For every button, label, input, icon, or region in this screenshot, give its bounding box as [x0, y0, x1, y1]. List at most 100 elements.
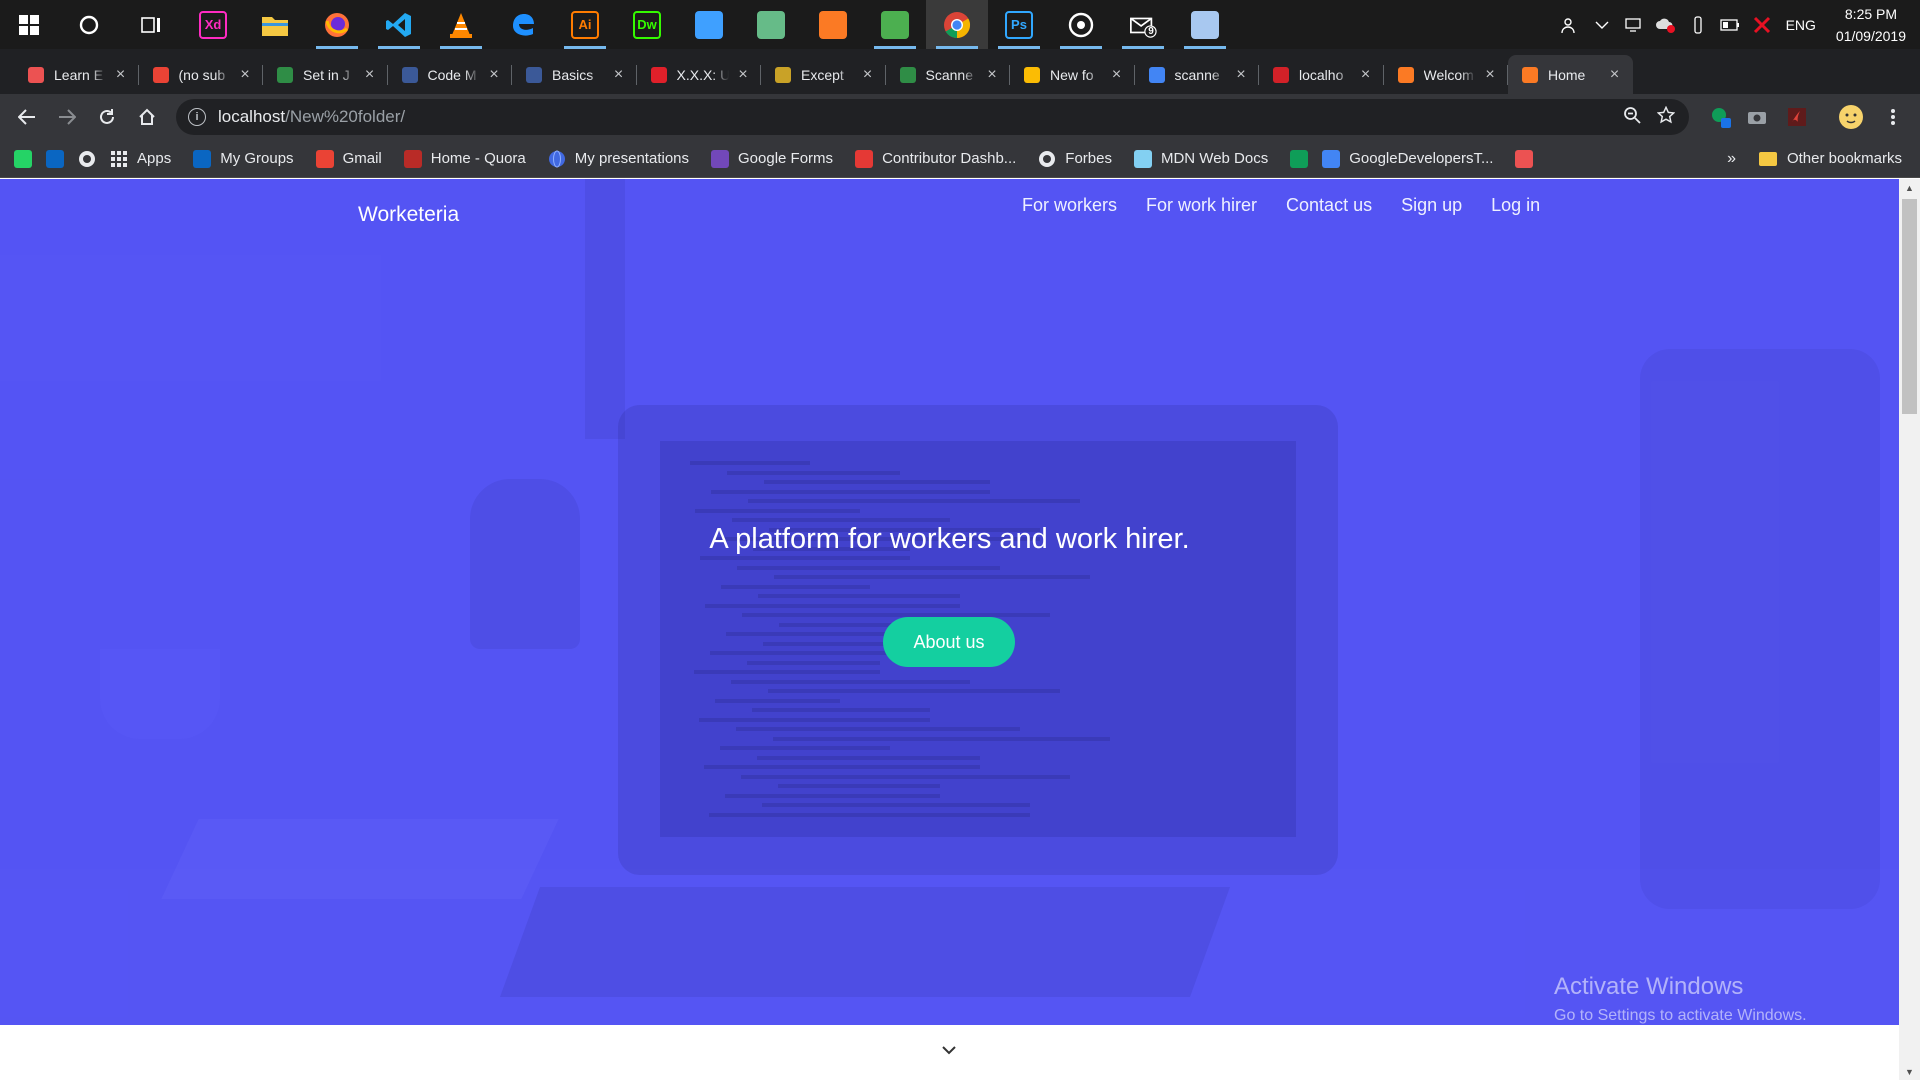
- nav-link-for-work-hirer[interactable]: For work hirer: [1146, 195, 1257, 216]
- bookmark-item[interactable]: Apps: [110, 150, 171, 168]
- monitor-icon[interactable]: [1618, 0, 1650, 49]
- extension-green-icon[interactable]: [1706, 102, 1736, 132]
- taskbar-app-5[interactable]: [368, 0, 430, 49]
- chrome-menu-button[interactable]: [1878, 102, 1908, 132]
- browser-tab[interactable]: Learn E ×: [14, 55, 139, 94]
- tab-close-icon[interactable]: ×: [984, 66, 1000, 84]
- nav-link-contact-us[interactable]: Contact us: [1286, 195, 1372, 216]
- home-button[interactable]: [132, 102, 162, 132]
- taskbar-app-8[interactable]: Ai: [554, 0, 616, 49]
- scroll-down-arrow-icon[interactable]: ▼: [1899, 1063, 1920, 1080]
- taskbar-app-11[interactable]: [740, 0, 802, 49]
- taskbar-app-15[interactable]: Ps: [988, 0, 1050, 49]
- back-button[interactable]: [12, 102, 42, 132]
- mail-badge: 9: [1148, 26, 1154, 37]
- tab-close-icon[interactable]: ×: [1358, 66, 1374, 84]
- site-info-icon[interactable]: i: [188, 108, 206, 126]
- system-clock[interactable]: 8:25 PM 01/09/2019: [1830, 3, 1920, 47]
- language-indicator[interactable]: ENG: [1778, 17, 1830, 33]
- taskbar-app-1[interactable]: [120, 0, 182, 49]
- more-bookmarks-chevron-icon[interactable]: »: [1727, 150, 1736, 168]
- bookmark-item[interactable]: [1515, 149, 1534, 168]
- people-icon[interactable]: [1554, 0, 1586, 49]
- bookmark-item[interactable]: [14, 149, 32, 168]
- bookmark-item[interactable]: My Groups: [193, 149, 294, 168]
- extension-camera-icon[interactable]: [1742, 102, 1772, 132]
- browser-tab[interactable]: localho ×: [1259, 55, 1384, 94]
- taskbar-app-10[interactable]: [678, 0, 740, 49]
- site-brand-logo[interactable]: Worketeria: [358, 203, 459, 227]
- bookmark-item[interactable]: MDN Web Docs: [1133, 149, 1268, 168]
- forward-button[interactable]: [52, 102, 82, 132]
- taskbar-app-7[interactable]: [492, 0, 554, 49]
- taskbar-app-16[interactable]: [1050, 0, 1112, 49]
- taskbar-app-17[interactable]: 9: [1112, 0, 1174, 49]
- show-hidden-icons-chevron-icon[interactable]: [1586, 0, 1618, 49]
- tab-close-icon[interactable]: ×: [735, 66, 751, 84]
- tab-close-icon[interactable]: ×: [860, 66, 876, 84]
- browser-tab[interactable]: Code M ×: [388, 55, 512, 94]
- reload-button[interactable]: [92, 102, 122, 132]
- bookmark-item[interactable]: Home - Quora: [403, 149, 526, 168]
- tab-close-icon[interactable]: ×: [237, 66, 253, 84]
- bookmark-star-icon[interactable]: [1656, 105, 1676, 129]
- tab-close-icon[interactable]: ×: [486, 66, 502, 84]
- browser-tab[interactable]: Welcom ×: [1384, 55, 1508, 94]
- page-scrollbar[interactable]: ▲ ▼: [1899, 179, 1920, 1080]
- browser-tab[interactable]: Scanne ×: [886, 55, 1010, 94]
- browser-tab[interactable]: New fo ×: [1010, 55, 1135, 94]
- nav-link-for-workers[interactable]: For workers: [1022, 195, 1117, 216]
- browser-tab[interactable]: X.X.X: U ×: [637, 55, 761, 94]
- browser-tab[interactable]: scanne ×: [1135, 55, 1259, 94]
- url-text[interactable]: localhost/New%20folder/: [218, 107, 405, 127]
- usb-icon[interactable]: [1682, 0, 1714, 49]
- cloud-error-icon[interactable]: [1650, 0, 1682, 49]
- scroll-up-arrow-icon[interactable]: ▲: [1899, 179, 1920, 196]
- bookmark-item[interactable]: Gmail: [315, 149, 382, 168]
- taskbar-app-3[interactable]: [244, 0, 306, 49]
- bookmark-item[interactable]: [1290, 149, 1309, 168]
- bookmark-item[interactable]: [46, 149, 64, 168]
- profile-avatar[interactable]: [1836, 102, 1866, 132]
- browser-tab[interactable]: Home ×: [1508, 55, 1633, 94]
- nav-link-log-in[interactable]: Log in: [1491, 195, 1540, 216]
- tab-close-icon[interactable]: ×: [1233, 66, 1249, 84]
- taskbar-app-12[interactable]: [802, 0, 864, 49]
- network-disconnected-icon[interactable]: [1746, 0, 1778, 49]
- windows-start-button[interactable]: [0, 0, 58, 49]
- about-us-button[interactable]: About us: [883, 617, 1015, 667]
- bookmark-item[interactable]: GoogleDevelopersT...: [1322, 149, 1493, 168]
- zoom-icon[interactable]: [1623, 106, 1641, 129]
- browser-tab[interactable]: (no sub ×: [139, 55, 263, 94]
- taskbar-app-6[interactable]: [430, 0, 492, 49]
- battery-icon[interactable]: [1714, 0, 1746, 49]
- nav-link-sign-up[interactable]: Sign up: [1401, 195, 1462, 216]
- tab-close-icon[interactable]: ×: [1109, 66, 1125, 84]
- scrollbar-thumb[interactable]: [1902, 199, 1917, 414]
- browser-tab[interactable]: Basics ×: [512, 55, 637, 94]
- taskbar-app-14[interactable]: [926, 0, 988, 49]
- tab-close-icon[interactable]: ×: [611, 66, 627, 84]
- address-bar[interactable]: i localhost/New%20folder/: [176, 99, 1689, 135]
- taskbar-app-18[interactable]: [1174, 0, 1236, 49]
- tab-close-icon[interactable]: ×: [113, 66, 129, 84]
- other-bookmarks-folder[interactable]: Other bookmarks: [1758, 150, 1902, 167]
- taskbar-app-13[interactable]: [864, 0, 926, 49]
- taskbar-app-0[interactable]: [58, 0, 120, 49]
- bookmark-item[interactable]: Contributor Dashb...: [855, 149, 1016, 168]
- browser-tab[interactable]: Set in J ×: [263, 55, 388, 94]
- bookmark-item[interactable]: [78, 150, 96, 168]
- tab-close-icon[interactable]: ×: [1482, 66, 1498, 84]
- scroll-down-chevron-icon[interactable]: [940, 1041, 958, 1059]
- bookmark-item[interactable]: Google Forms: [711, 149, 833, 168]
- browser-tab[interactable]: Except ×: [761, 55, 886, 94]
- bookmark-item[interactable]: Forbes: [1038, 150, 1112, 168]
- bookmark-item[interactable]: My presentations: [548, 150, 689, 168]
- taskbar-app-2[interactable]: Xd: [182, 0, 244, 49]
- tab-close-icon[interactable]: ×: [362, 66, 378, 84]
- taskbar-app-9[interactable]: Dw: [616, 0, 678, 49]
- background-code-line: [705, 603, 960, 608]
- tab-close-icon[interactable]: ×: [1607, 66, 1623, 84]
- taskbar-app-4[interactable]: [306, 0, 368, 49]
- extension-pdf-icon[interactable]: [1782, 102, 1812, 132]
